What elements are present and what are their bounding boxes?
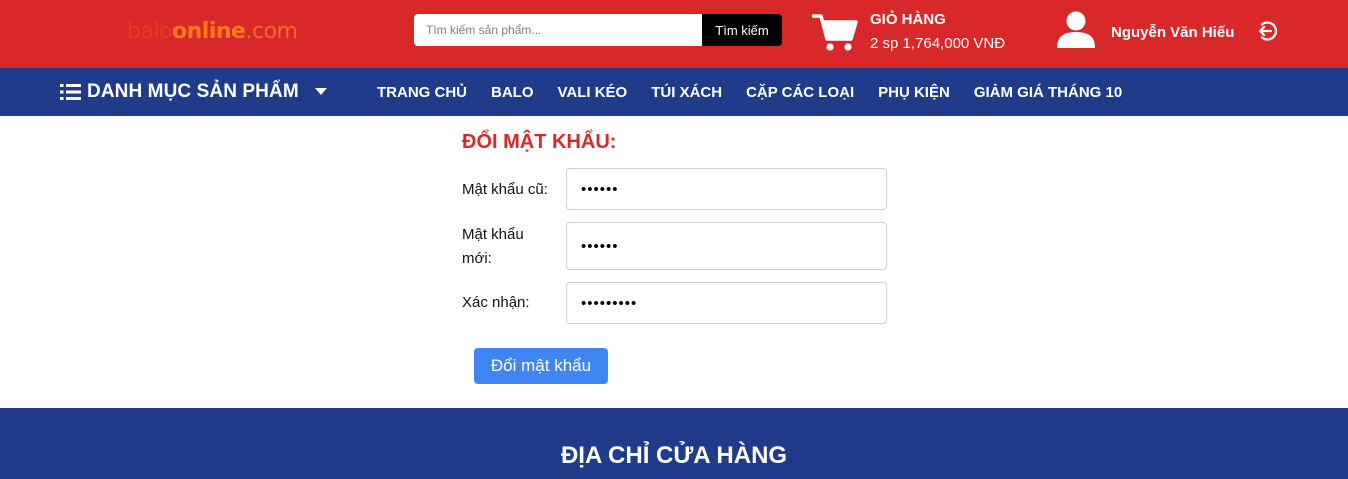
form-title: ĐỔI MẬT KHẨU: (462, 131, 617, 153)
nav-item-phu-kien[interactable]: PHỤ KIỆN (878, 84, 950, 101)
nav-item-tui-xach[interactable]: TÚI XÁCH (651, 84, 722, 101)
new-password-label-line2: mới: (462, 250, 492, 267)
user-icon[interactable] (1056, 10, 1096, 50)
site-header: baloonline.com Tìm kiếm GIỎ HÀNG 2 sp 1,… (0, 0, 1348, 68)
cart-summary[interactable]: 2 sp 1,764,000 VNĐ (870, 35, 1005, 52)
nav-item-giam-gia[interactable]: GIẢM GIÁ THÁNG 10 (974, 84, 1122, 101)
site-logo[interactable]: baloonline.com (127, 19, 298, 44)
new-password-label: Mật khẩu mới: (462, 223, 524, 271)
confirm-password-input[interactable] (566, 282, 887, 324)
old-password-input[interactable] (566, 168, 887, 210)
cart-title[interactable]: GIỎ HÀNG (870, 11, 946, 28)
nav-items: TRANG CHỦ BALO VALI KÉO TÚI XÁCH CẶP CÁC… (377, 68, 1122, 116)
list-icon (60, 84, 81, 100)
logo-text-online: online (172, 19, 246, 44)
category-menu-label: DANH MỤC SẢN PHẨM (87, 81, 299, 102)
nav-item-trang-chu[interactable]: TRANG CHỦ (377, 84, 467, 101)
user-name[interactable]: Nguyễn Văn Hiếu (1111, 24, 1234, 41)
nav-item-cap-cac-loai[interactable]: CẶP CÁC LOẠI (746, 84, 854, 101)
new-password-label-line1: Mật khẩu (462, 226, 524, 243)
site-footer: ĐỊA CHỈ CỬA HÀNG (0, 408, 1348, 479)
nav-item-vali-keo[interactable]: VALI KÉO (558, 84, 628, 101)
main-nav: DANH MỤC SẢN PHẨM TRANG CHỦ BALO VALI KÉ… (0, 68, 1348, 116)
old-password-label: Mật khẩu cũ: (462, 181, 548, 198)
footer-title: ĐỊA CHỈ CỬA HÀNG (560, 442, 788, 469)
category-menu[interactable]: DANH MỤC SẢN PHẨM (60, 68, 327, 116)
search-button[interactable]: Tìm kiếm (702, 14, 782, 46)
new-password-input[interactable] (566, 222, 887, 270)
logo-text-domain: .com (245, 19, 298, 44)
logo-text-balo: balo (127, 19, 173, 44)
cart-icon[interactable] (812, 12, 858, 52)
change-password-button[interactable]: Đổi mật khẩu (474, 348, 608, 384)
nav-item-balo[interactable]: BALO (491, 84, 534, 101)
search-input[interactable] (414, 14, 702, 46)
caret-down-icon (314, 88, 327, 95)
logout-icon[interactable] (1256, 20, 1278, 42)
confirm-password-label: Xác nhận: (462, 294, 530, 311)
